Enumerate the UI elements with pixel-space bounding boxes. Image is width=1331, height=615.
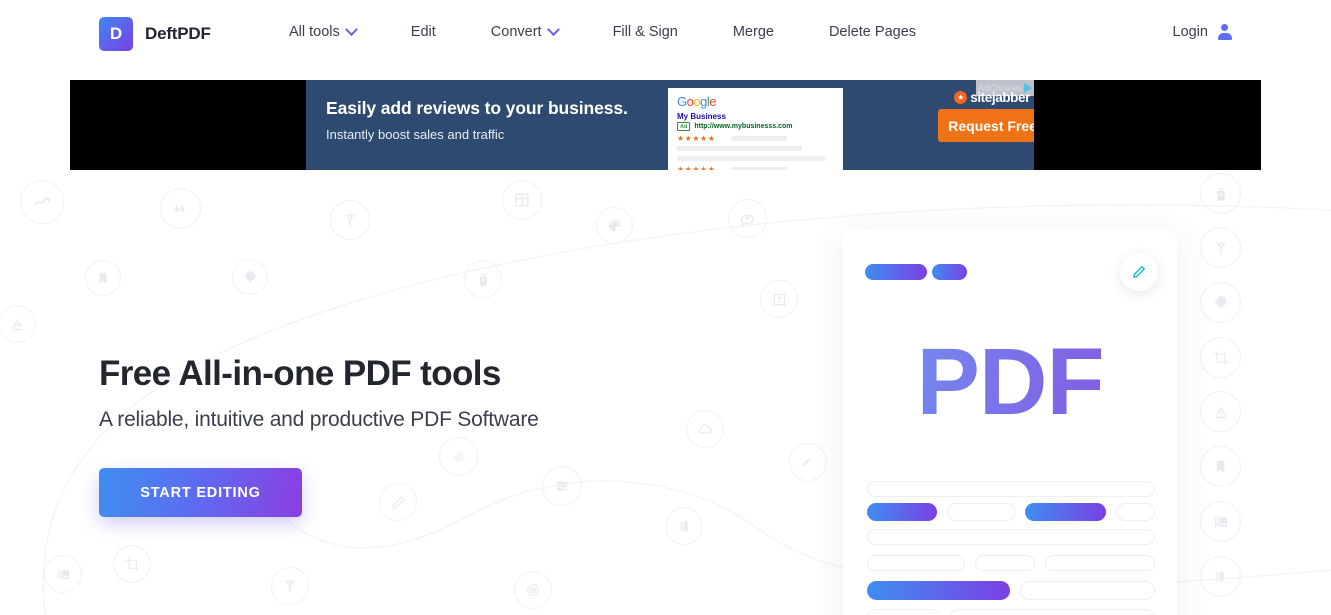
logo-mark-icon: D	[99, 17, 133, 51]
card-line-placeholder	[867, 609, 940, 615]
nav-item-delete-pages[interactable]: Delete Pages	[829, 24, 916, 40]
brand-name: DeftPDF	[145, 24, 211, 43]
deco-cloud-icon	[686, 410, 724, 448]
card-line-placeholder	[975, 555, 1035, 571]
page-root: D DeftPDF All tools Edit Convert Fill & …	[0, 0, 1331, 615]
deco-image-icon	[44, 555, 82, 593]
page-subtitle: A reliable, intuitive and productive PDF…	[99, 407, 539, 431]
document-preview-card: PDF	[843, 229, 1177, 615]
deco-merge-icon-2	[271, 567, 309, 605]
hero-text-block: Free All-in-one PDF tools A reliable, in…	[99, 354, 539, 432]
deco-pencil-icon	[379, 483, 417, 521]
deco-trash-icon-2	[1200, 173, 1241, 214]
google-star-rating: ★★★★★	[677, 134, 716, 143]
main-nav: All tools Edit Convert Fill & Sign Merge…	[289, 22, 916, 40]
placeholder-bar	[677, 146, 802, 151]
google-letter-3: g	[700, 94, 707, 109]
card-line-placeholder	[950, 609, 1155, 615]
nav-item-convert[interactable]: Convert	[490, 22, 560, 40]
deco-trash-icon	[464, 260, 502, 298]
ad-google-card: Google My Business Ad http://www.mybusin…	[668, 88, 843, 170]
pencil-icon	[1133, 266, 1145, 278]
deco-merge-icon	[330, 200, 370, 240]
placeholder-bar	[677, 156, 825, 161]
ad-badge: Ad	[677, 122, 691, 131]
card-pill-accent	[932, 264, 967, 280]
deco-sliders-icon	[542, 466, 582, 506]
login-button[interactable]: Login	[1173, 24, 1232, 40]
pdf-wordmark: PDF	[843, 335, 1177, 430]
ad-unit[interactable]: Easily add reviews to your business. Ins…	[306, 80, 1034, 170]
card-line-accent	[867, 581, 1010, 600]
google-letter-5: e	[709, 94, 716, 109]
ad-headline: Easily add reviews to your business.	[326, 98, 628, 118]
deco-underline-a-icon-2	[1200, 391, 1241, 432]
page-title: Free All-in-one PDF tools	[99, 354, 501, 393]
nav-label-merge: Merge	[732, 24, 774, 40]
nav-item-all-tools[interactable]: All tools	[289, 22, 358, 40]
card-line-accent	[1025, 503, 1106, 521]
deco-book-icon	[665, 507, 703, 545]
card-line-placeholder	[1116, 503, 1155, 521]
deco-grid-icon	[502, 180, 542, 220]
deco-puzzle-icon	[232, 259, 268, 295]
deco-crop-icon	[113, 545, 151, 583]
deco-puzzle-icon-2	[1200, 282, 1241, 323]
google-url: http://www.mybusinesss.com	[694, 123, 793, 130]
google-url-row: Ad http://www.mybusinesss.com	[677, 122, 793, 131]
start-editing-button[interactable]: START EDITING	[99, 468, 302, 517]
edit-fab-button[interactable]	[1120, 253, 1158, 291]
google-logo-icon: Google	[677, 94, 716, 109]
card-line-placeholder	[867, 529, 1155, 545]
sitejabber-logo: ★ sitejabber	[954, 90, 1030, 105]
site-header: D DeftPDF All tools Edit Convert Fill & …	[0, 0, 1331, 68]
card-line-accent	[867, 503, 937, 521]
nav-label-edit: Edit	[410, 24, 436, 40]
google-business-title: My Business	[677, 112, 726, 121]
brand-logo[interactable]: D DeftPDF	[99, 17, 211, 51]
card-pill-accent	[865, 264, 927, 280]
placeholder-bar	[731, 136, 787, 141]
login-label: Login	[1172, 24, 1208, 40]
deco-bookmark-icon-2	[1200, 446, 1241, 487]
deco-chart-icon	[20, 180, 64, 224]
deco-comment-plus-icon	[728, 199, 767, 238]
card-line-placeholder	[1020, 581, 1155, 600]
deco-merge-icon-3	[1200, 227, 1241, 268]
sitejabber-label: sitejabber	[970, 90, 1030, 105]
card-line-placeholder	[867, 555, 965, 571]
card-line-placeholder	[1045, 555, 1155, 571]
deco-camera-icon	[514, 571, 552, 609]
deco-image-icon-2	[1200, 501, 1241, 542]
nav-label-all-tools: All tools	[289, 24, 340, 40]
google-letter-0: G	[677, 94, 687, 109]
deco-palette-icon	[596, 207, 633, 244]
deco-signal-icon	[789, 443, 827, 481]
user-icon	[1217, 24, 1232, 40]
nav-item-edit[interactable]: Edit	[411, 24, 436, 40]
card-line-placeholder	[947, 503, 1015, 521]
placeholder-bar	[731, 167, 787, 170]
chevron-down-icon	[344, 22, 358, 36]
nav-label-fill-sign: Fill & Sign	[612, 24, 678, 40]
chevron-down-icon-2	[546, 22, 560, 36]
nav-label-delete-pages: Delete Pages	[828, 24, 917, 40]
deco-bookmark-icon	[85, 260, 121, 296]
card-line-placeholder	[867, 481, 1155, 497]
deco-crop-icon-2	[1200, 337, 1241, 378]
deco-text-box-icon	[760, 280, 798, 318]
deco-quote-icon	[160, 188, 201, 229]
deco-book-icon-2	[1200, 556, 1241, 597]
ad-cta-button[interactable]: Request Free Demo	[938, 109, 1034, 142]
deco-lines-icon	[439, 437, 478, 476]
ad-subline: Instantly boost sales and traffic	[326, 127, 505, 142]
nav-item-merge[interactable]: Merge	[733, 24, 774, 40]
google-star-rating-2: ★★★★★	[677, 165, 716, 170]
ad-banner-container: Easily add reviews to your business. Ins…	[70, 80, 1261, 170]
nav-label-convert: Convert	[490, 24, 542, 40]
nav-item-fill-sign[interactable]: Fill & Sign	[613, 24, 678, 40]
sitejabber-star-icon: ★	[954, 91, 968, 104]
